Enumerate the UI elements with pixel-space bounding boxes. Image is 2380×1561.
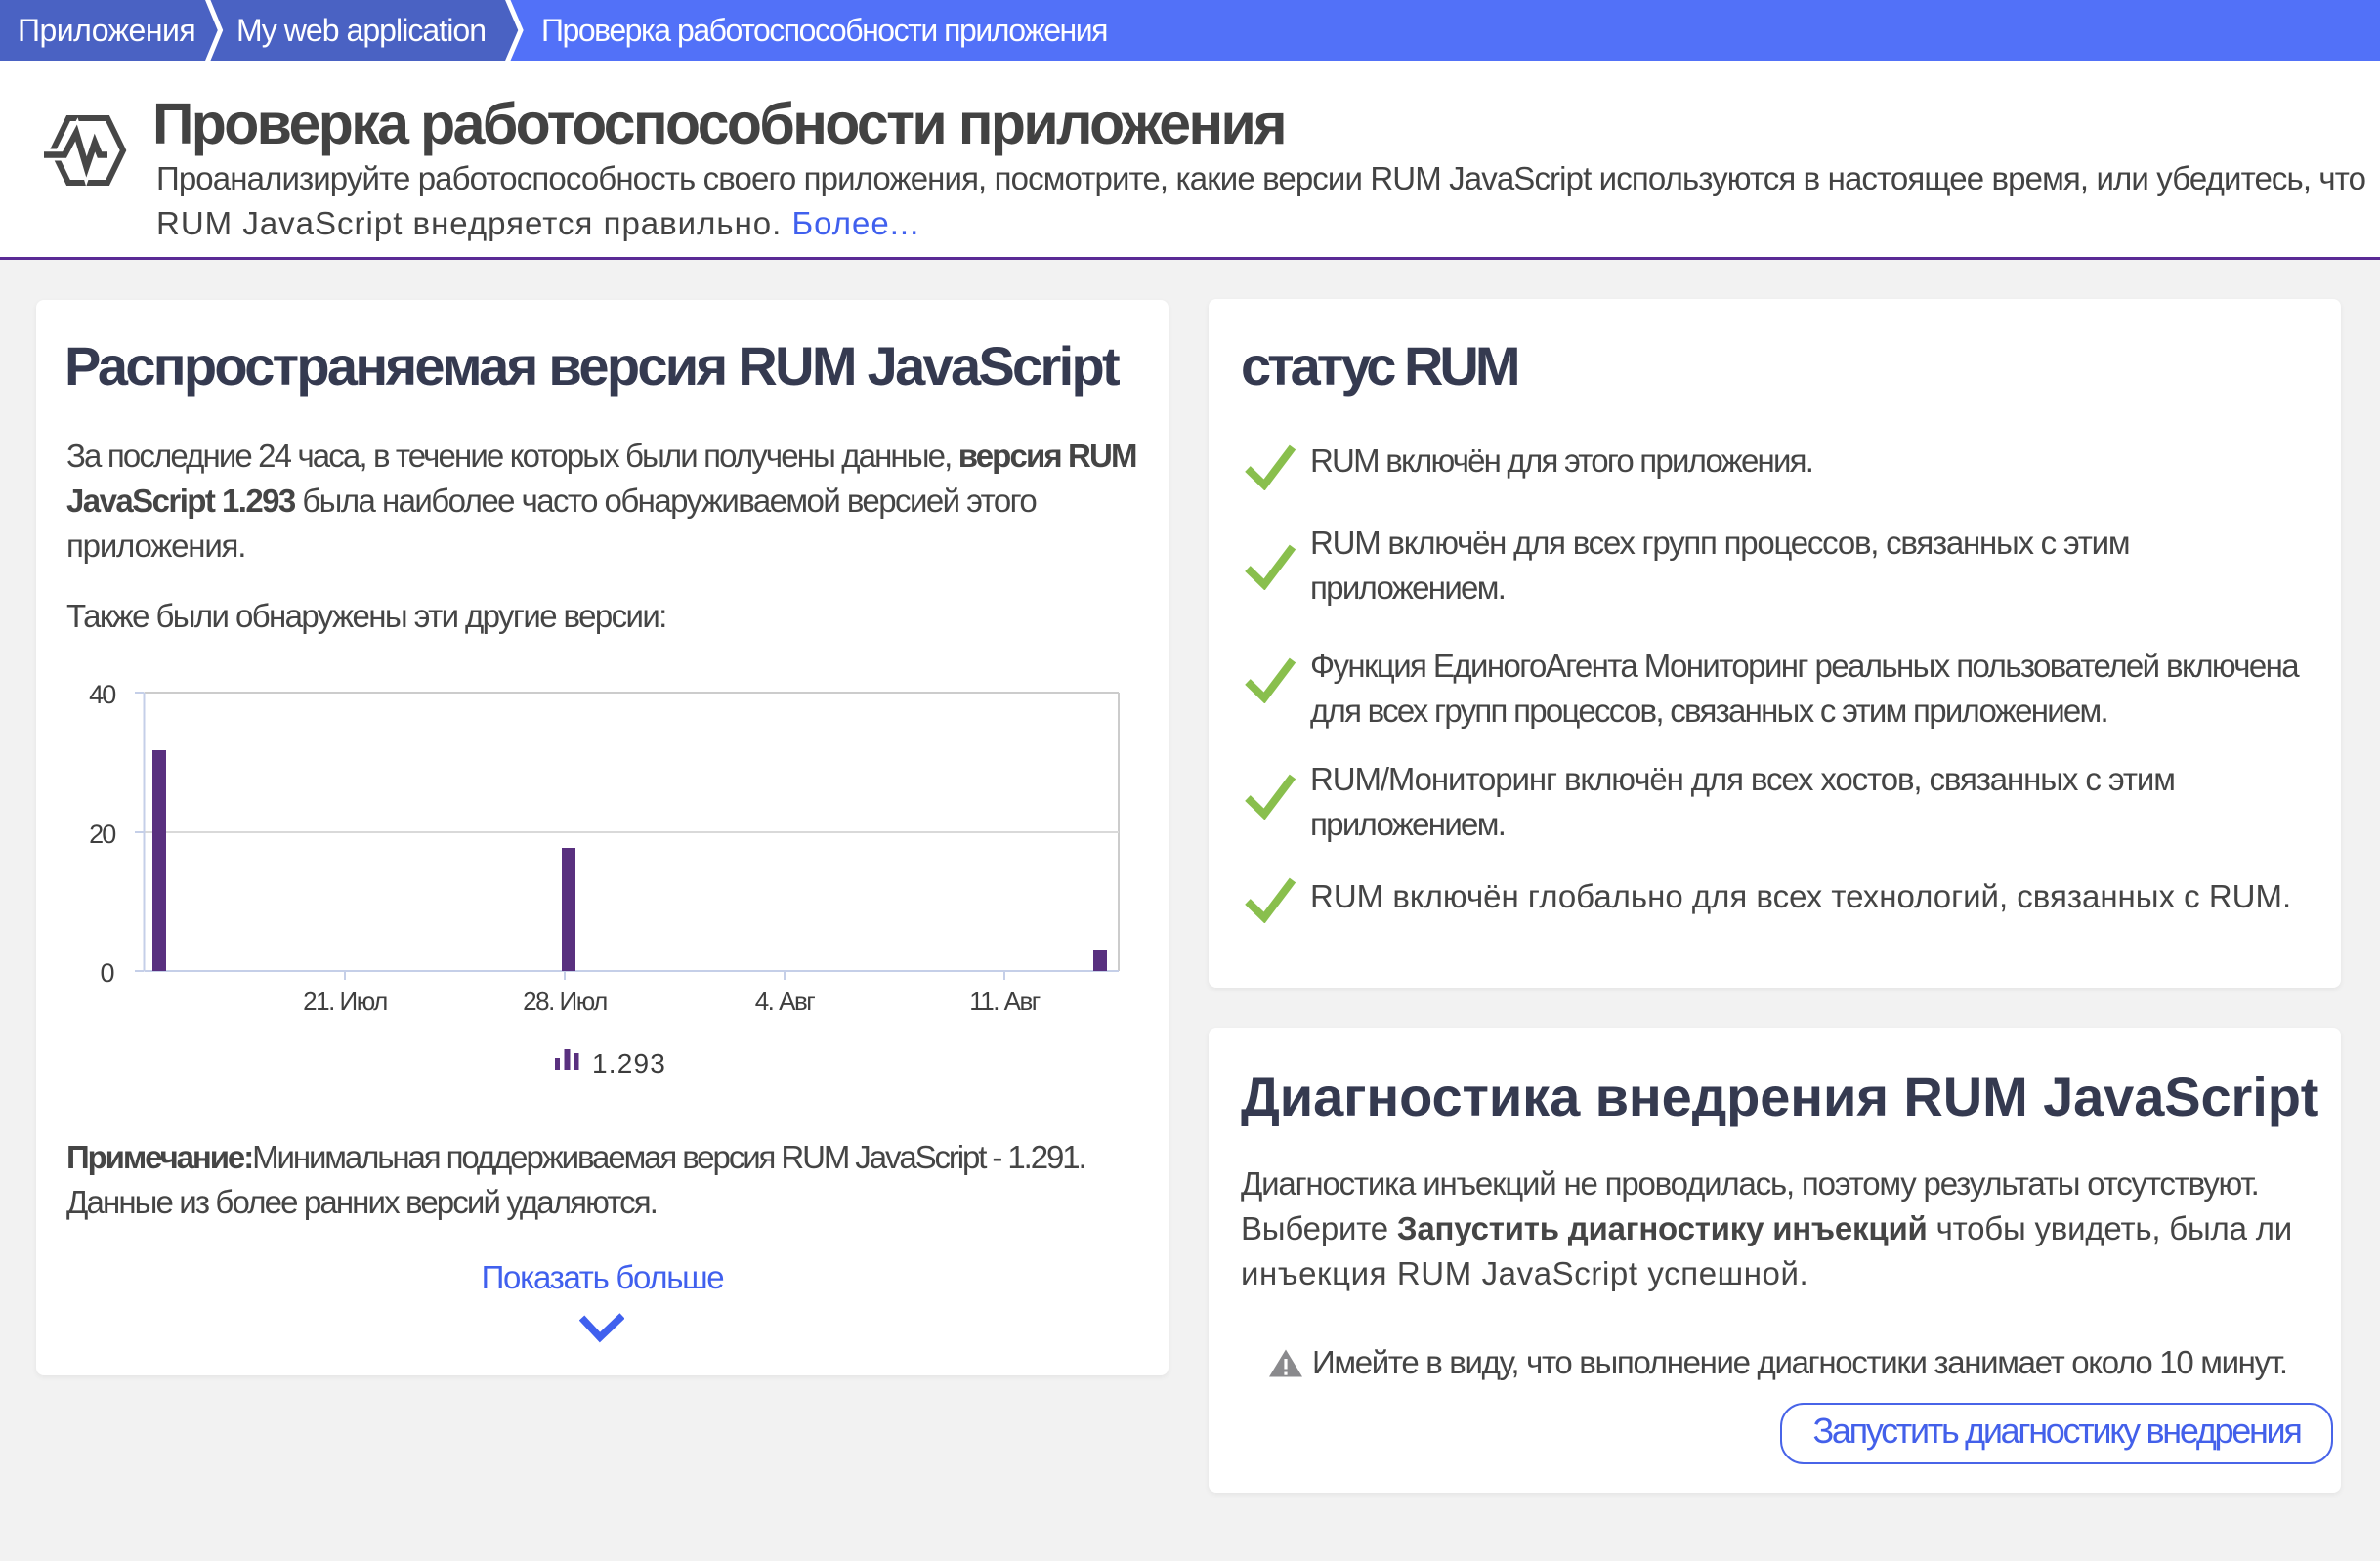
svg-text:40: 40: [89, 680, 115, 709]
svg-text:20: 20: [89, 820, 115, 849]
svg-text:28. Июл: 28. Июл: [523, 987, 607, 1016]
svg-text:11. Авг: 11. Авг: [969, 987, 1041, 1016]
svg-text:1.293: 1.293: [592, 1048, 666, 1078]
svg-text:4. Авг: 4. Авг: [755, 987, 816, 1016]
svg-text:0: 0: [100, 958, 114, 988]
svg-text:21. Июл: 21. Июл: [303, 987, 387, 1016]
